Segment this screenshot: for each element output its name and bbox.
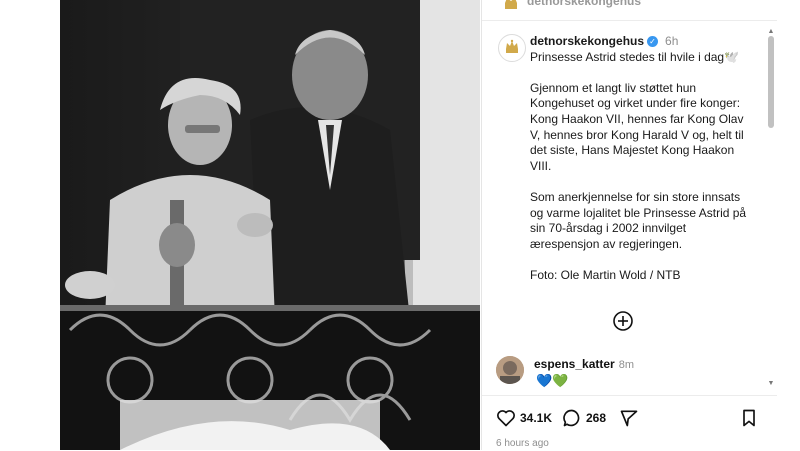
post-photo[interactable]: [60, 0, 480, 450]
like-count: 34.1K: [520, 411, 553, 425]
comment-username[interactable]: espens_katter: [534, 357, 615, 371]
crown-avatar-icon[interactable]: [502, 0, 520, 12]
panel-header: detnorskekongehus: [482, 0, 777, 21]
post-time: 6h: [665, 34, 679, 48]
crown-avatar-icon[interactable]: [498, 34, 526, 62]
bookmark-icon: [743, 409, 755, 427]
caption-paragraph-2: Gjennom et langt liv støttet hun Kongehu…: [530, 80, 748, 173]
caption-scrollbar[interactable]: ▲ ▼: [767, 28, 775, 388]
photo-illustration: [60, 0, 480, 450]
paper-plane-icon: [620, 410, 638, 427]
scroll-thumb[interactable]: [768, 36, 774, 128]
comment-count: 268: [586, 411, 607, 425]
caption-line-1: Prinsesse Astrid stedes til hvile i dag🕊…: [530, 49, 740, 64]
commenter-avatar[interactable]: [496, 356, 524, 384]
save-button[interactable]: [740, 408, 758, 428]
comment-bubble-icon: [563, 409, 580, 427]
scroll-down-arrow-icon[interactable]: ▼: [767, 380, 775, 388]
post-side-panel: detnorskekongehus detnorskekongehus ✓ 6h Pr…: [481, 0, 777, 450]
verified-badge-icon: ✓: [647, 36, 659, 47]
plus-circle-icon[interactable]: [612, 310, 634, 332]
like-button[interactable]: 34.1K: [496, 408, 552, 428]
caption-username[interactable]: detnorskekongehus: [530, 34, 644, 48]
action-bar: 34.1K 268 6 hours ago: [482, 395, 777, 451]
comment-row: espens_katter 8m: [534, 357, 634, 371]
comment-time: 8m: [618, 359, 634, 371]
scroll-up-arrow-icon[interactable]: ▲: [767, 28, 775, 36]
comment-text: 💙💚: [536, 373, 569, 388]
header-username[interactable]: detnorskekongehus: [527, 0, 641, 8]
posted-time: 6 hours ago: [496, 438, 549, 449]
caption-paragraph-3: Som anerkjennelse for sin store innsats …: [530, 189, 750, 251]
share-button[interactable]: [619, 408, 639, 428]
caption-credit: Foto: Ole Martin Wold / NTB: [530, 267, 681, 282]
comment-button[interactable]: 268: [562, 408, 606, 428]
heart-icon: [497, 410, 515, 427]
post-caption: detnorskekongehus ✓ 6h Prinsesse Astrid ste…: [530, 34, 755, 299]
